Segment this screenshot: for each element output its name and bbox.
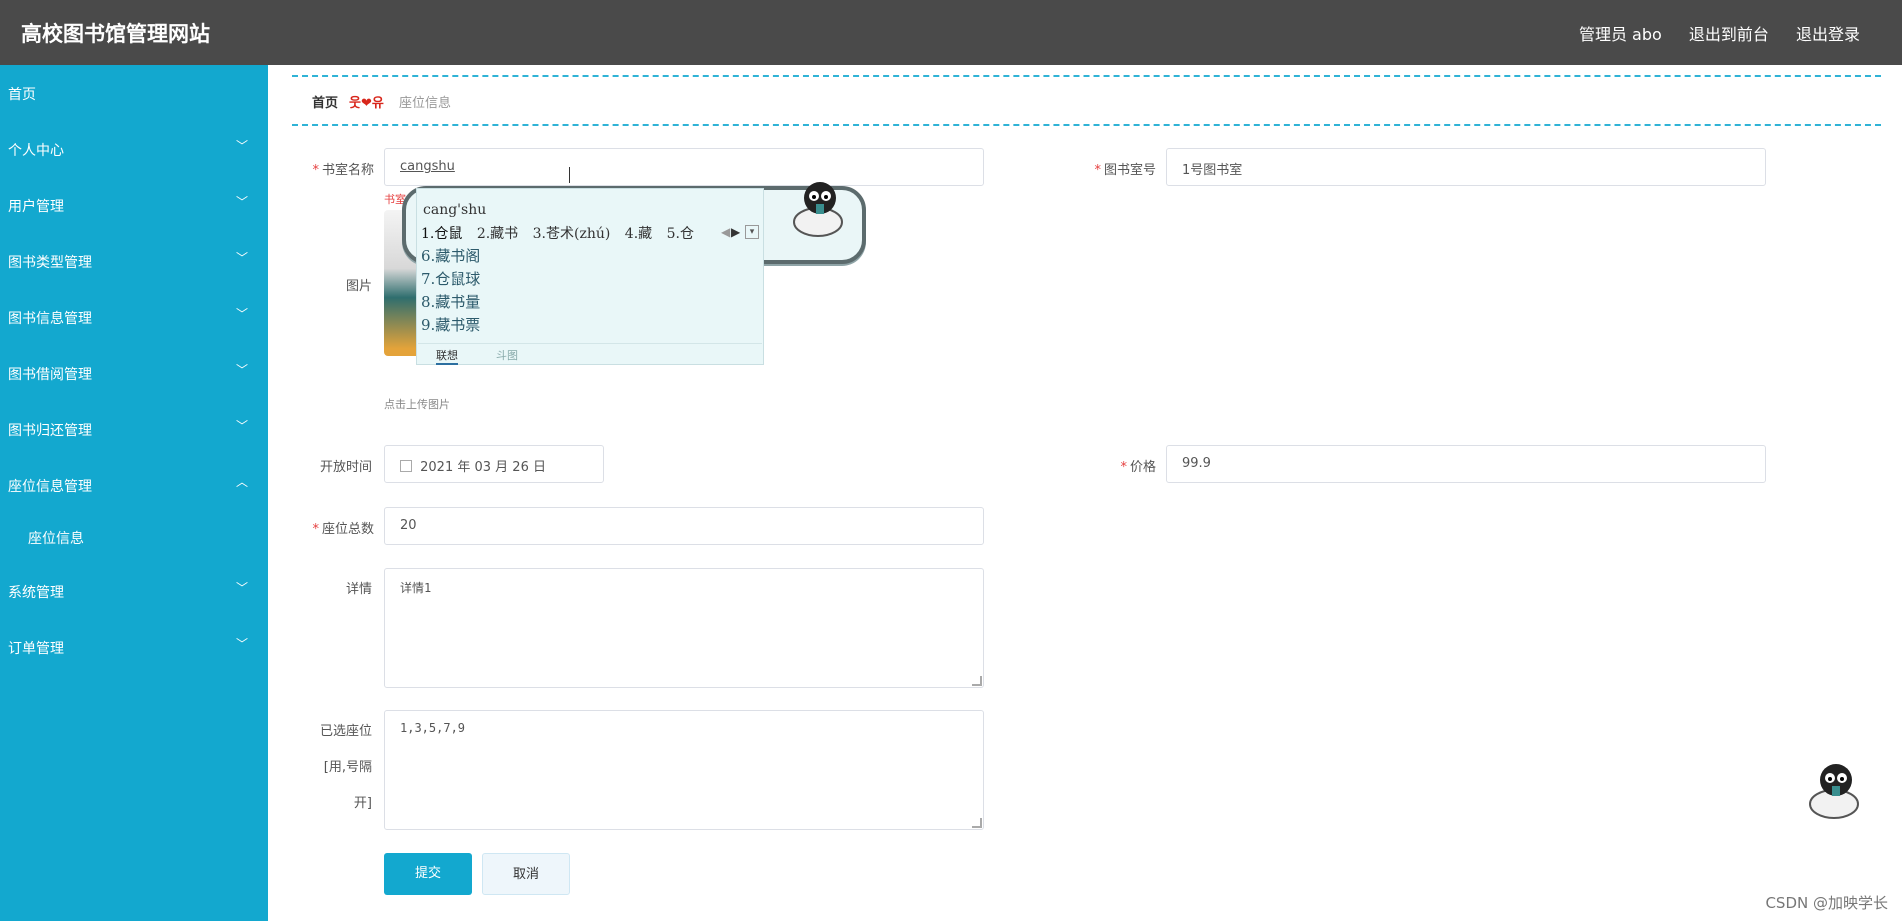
ime-candidate[interactable]: 4.藏 <box>625 226 652 242</box>
floating-cat-mascot-icon[interactable] <box>1806 758 1862 824</box>
logout-link[interactable]: 退出登录 <box>1796 25 1860 44</box>
ime-candidate[interactable]: 3.苍术(zhú) <box>533 226 611 242</box>
sidebar-item-label: 用户管理 <box>8 199 64 215</box>
sidebar-item-label: 系统管理 <box>8 585 64 601</box>
breadcrumb-home[interactable]: 首页 <box>312 92 338 111</box>
ime-tabs: 联想 斗图 <box>418 343 762 365</box>
ime-next-icon[interactable]: ▶ <box>731 225 740 239</box>
ime-pinyin: cang'shu <box>423 202 487 218</box>
calendar-icon <box>400 460 412 472</box>
room-no-input[interactable]: 1号图书室 <box>1166 148 1766 186</box>
text-cursor-icon <box>569 167 570 183</box>
sidebar-item-label: 图书借阅管理 <box>8 367 92 383</box>
chevron-down-icon: ﹀ <box>235 419 248 433</box>
exit-to-front-link[interactable]: 退出到前台 <box>1689 25 1769 44</box>
seats-total-label: * 座位总数 <box>312 522 374 537</box>
admin-user-link[interactable]: 管理员 abo <box>1579 25 1662 44</box>
chevron-down-icon: ﹀ <box>235 251 248 265</box>
sidebar-item-label: 个人中心 <box>8 143 64 159</box>
selected-seats-textarea[interactable]: 1,3,5,7,9 <box>384 710 984 830</box>
detail-textarea[interactable]: 详情1 <box>384 568 984 688</box>
ime-candidate[interactable]: 5.仓 <box>667 226 694 242</box>
sidebar-item-user-management[interactable]: 用户管理 ﹀ <box>0 185 268 225</box>
sidebar-item-label: 座位信息 <box>28 531 84 547</box>
price-input[interactable]: 99.9 <box>1166 445 1766 483</box>
sidebar-item-book-type-management[interactable]: 图书类型管理 ﹀ <box>0 241 268 281</box>
sidebar-item-return-management[interactable]: 图书归还管理 ﹀ <box>0 409 268 449</box>
sidebar-item-label: 首页 <box>8 87 36 103</box>
ime-prev-icon[interactable]: ◀ <box>721 225 730 239</box>
selected-seats-label-line3: 开] <box>353 796 372 811</box>
detail-label: 详情 <box>345 582 372 597</box>
sidebar-item-home[interactable]: 首页 <box>0 73 268 113</box>
seats-total-input[interactable]: 20 <box>384 507 984 545</box>
selected-seats-label-line2: [用,号隔 <box>323 760 372 775</box>
ime-tab-assoc[interactable]: 联想 <box>436 347 458 365</box>
ime-candidate[interactable]: 2.藏书 <box>477 226 518 242</box>
room-name-input[interactable]: cangshu <box>384 148 984 186</box>
breadcrumb: 首页 웃❤유 座位信息 <box>292 75 1881 126</box>
ime-tab-meme[interactable]: 斗图 <box>496 347 518 363</box>
chevron-down-icon: ﹀ <box>235 307 248 321</box>
sidebar-item-order-management[interactable]: 订单管理 ﹀ <box>0 627 268 667</box>
sidebar-item-system-management[interactable]: 系统管理 ﹀ <box>0 571 268 611</box>
sidebar-item-personal-center[interactable]: 个人中心 ﹀ <box>0 129 268 169</box>
chevron-down-icon: ﹀ <box>235 195 248 209</box>
cat-mascot-icon <box>790 176 846 242</box>
room-no-label: * 图书室号 <box>1094 163 1156 178</box>
top-links: 管理员 abo 退出到前台 退出登录 <box>1557 21 1860 45</box>
sidebar-item-label: 座位信息管理 <box>8 479 92 495</box>
submit-button[interactable]: 提交 <box>384 853 472 895</box>
top-bar: 高校图书馆管理网站 管理员 abo 退出到前台 退出登录 <box>0 0 1902 65</box>
cancel-button[interactable]: 取消 <box>482 853 570 895</box>
image-label: 图片 <box>345 279 372 294</box>
open-time-picker[interactable]: 2021 年 03 月 26 日 <box>384 445 604 483</box>
sidebar-item-book-info-management[interactable]: 图书信息管理 ﹀ <box>0 297 268 337</box>
open-time-label: 开放时间 <box>319 460 372 475</box>
chevron-down-icon: ﹀ <box>235 581 248 595</box>
ime-candidate[interactable]: 1.仓鼠 <box>421 226 462 242</box>
sidebar-item-borrow-management[interactable]: 图书借阅管理 ﹀ <box>0 353 268 393</box>
breadcrumb-separator: 웃❤유 <box>349 96 384 111</box>
sidebar-item-label: 图书归还管理 <box>8 423 92 439</box>
watermark: CSDN @加映学长 <box>1765 894 1888 912</box>
chevron-up-icon: ︿ <box>235 475 248 489</box>
room-name-label: * 书室名称 <box>312 163 374 178</box>
ime-candidate[interactable]: 9.藏书票 <box>421 314 480 335</box>
sidebar-item-seat-info[interactable]: 座位信息 <box>0 517 268 557</box>
chevron-down-icon: ﹀ <box>235 139 248 153</box>
site-title: 高校图书馆管理网站 <box>21 22 210 46</box>
sidebar-item-seat-management[interactable]: 座位信息管理 ︿ <box>0 465 268 505</box>
chevron-down-icon: ﹀ <box>235 363 248 377</box>
resize-handle-icon[interactable] <box>972 676 982 686</box>
breadcrumb-current: 座位信息 <box>399 96 452 111</box>
upload-image-hint[interactable]: 点击上传图片 <box>384 396 450 412</box>
ime-candidate-row: 1.仓鼠 2.藏书 3.苍术(zhú) 4.藏 5.仓 <box>421 223 704 243</box>
resize-handle-icon[interactable] <box>972 818 982 828</box>
ime-candidate[interactable]: 6.藏书阁 <box>421 245 480 266</box>
selected-seats-label-line1: 已选座位 <box>319 724 372 739</box>
ime-candidate[interactable]: 8.藏书量 <box>421 291 480 312</box>
sidebar-item-label: 订单管理 <box>8 641 64 657</box>
sidebar-item-label: 图书信息管理 <box>8 311 92 327</box>
price-label: * 价格 <box>1120 460 1156 475</box>
sidebar: 首页 个人中心 ﹀ 用户管理 ﹀ 图书类型管理 ﹀ 图书信息管理 ﹀ 图书借阅管… <box>0 65 268 921</box>
ime-expand-icon[interactable]: ▾ <box>745 225 759 239</box>
sidebar-item-label: 图书类型管理 <box>8 255 92 271</box>
chevron-down-icon: ﹀ <box>235 637 248 651</box>
ime-candidate[interactable]: 7.仓鼠球 <box>421 268 480 289</box>
